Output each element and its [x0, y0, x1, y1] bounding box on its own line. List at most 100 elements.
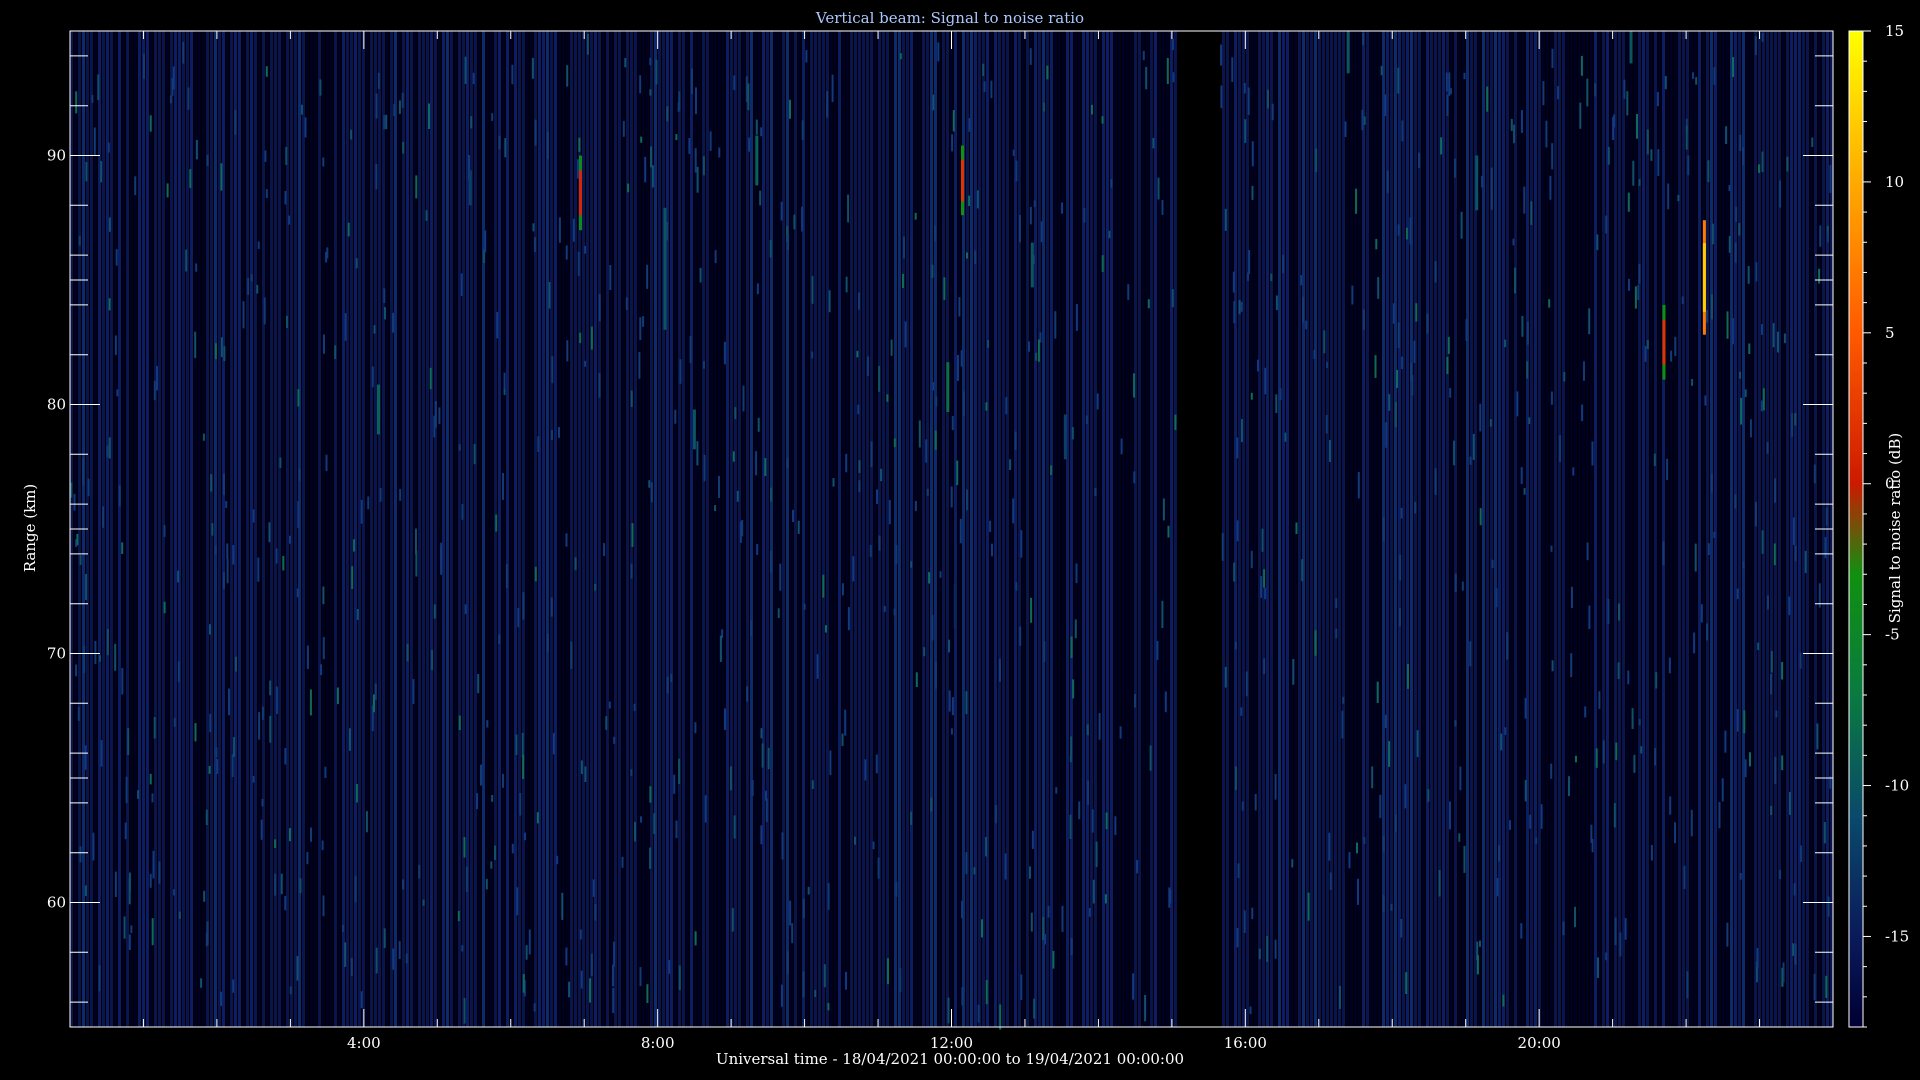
noise-stripe [1494, 31, 1497, 1027]
noise-speck [1055, 787, 1058, 794]
noise-stripe [1646, 31, 1649, 1027]
noise-speck [1241, 801, 1244, 811]
noise-speck [264, 150, 267, 162]
noise-speck [350, 129, 353, 140]
noise-stripe [186, 31, 189, 1027]
noise-speck [1260, 575, 1263, 598]
noise-speck [646, 264, 649, 289]
noise-speck [353, 539, 356, 552]
noise-speck [1669, 796, 1672, 815]
noise-speck [1662, 541, 1665, 566]
noise-speck [517, 608, 520, 628]
noise-speck [1774, 756, 1777, 784]
noise-speck [94, 641, 97, 664]
noise-stripe [518, 31, 521, 1027]
noise-speck [622, 121, 625, 137]
noise-speck [982, 63, 985, 76]
noise-speck [621, 856, 624, 868]
noise-speck [1761, 324, 1763, 335]
noise-speck [1171, 38, 1174, 51]
noise-speck [1615, 742, 1618, 761]
noise-stripe [1714, 31, 1717, 1027]
noise-speck [322, 637, 325, 660]
noise-speck [402, 879, 404, 890]
noise-speck [1275, 295, 1278, 311]
noise-speck [118, 485, 121, 507]
noise-speck [1563, 371, 1566, 382]
noise-speck [1101, 255, 1104, 272]
noise-speck [100, 161, 103, 183]
noise-speck [935, 662, 937, 689]
noise-speck [951, 134, 954, 152]
noise-speck [1042, 917, 1045, 940]
noise-speck [580, 760, 583, 774]
noise-speck [847, 607, 850, 631]
noise-speck [1446, 94, 1449, 116]
noise-speck [934, 225, 937, 242]
noise-speck [1236, 437, 1239, 459]
noise-speck [1469, 456, 1472, 465]
noise-speck [674, 409, 677, 424]
noise-speck [797, 520, 800, 534]
colorbar-tick-label: 15 [1885, 22, 1904, 40]
noise-stripe [474, 31, 477, 1027]
noise-speck [987, 340, 990, 348]
noise-speck [1035, 352, 1038, 361]
noise-stripe [706, 31, 709, 1027]
noise-speck [1171, 289, 1174, 308]
noise-speck [1382, 517, 1385, 542]
noise-stripe [770, 31, 773, 1027]
noise-speck [876, 489, 878, 504]
noise-stripe [1098, 31, 1101, 1027]
noise-stripe [102, 31, 105, 1027]
noise-speck [1384, 714, 1387, 728]
noise-stripe [694, 31, 697, 1027]
noise-stripe [222, 31, 225, 1027]
noise-speck [1167, 525, 1170, 538]
noise-speck [630, 390, 633, 407]
noise-speck [1374, 355, 1377, 378]
colorbar-tick-label: 5 [1885, 324, 1895, 342]
noise-speck [458, 444, 461, 451]
noise-stripe [1258, 31, 1261, 1027]
noise-speck [1136, 859, 1138, 874]
noise-speck [769, 550, 772, 573]
noise-speck [121, 542, 124, 554]
noise-stripe [1526, 31, 1529, 1027]
noise-speck [1390, 903, 1393, 911]
noise-stripe [606, 31, 609, 1027]
noise-speck [1144, 995, 1147, 1022]
noise-speck [1015, 160, 1018, 182]
noise-speck [1375, 238, 1378, 250]
noise-speck [124, 822, 127, 840]
noise-speck [1133, 471, 1136, 484]
noise-stripe [1746, 31, 1749, 1027]
noise-speck [1250, 550, 1253, 569]
noise-stripe [722, 31, 725, 1027]
noise-speck [344, 942, 347, 967]
noise-speck [108, 298, 111, 311]
noise-stripe [382, 31, 385, 1027]
noise-speck [1329, 440, 1331, 462]
noise-stripe [1302, 31, 1305, 1027]
noise-speck [1029, 48, 1032, 65]
noise-speck [826, 91, 829, 118]
noise-speck [678, 758, 681, 785]
noise-speck [498, 634, 501, 644]
noise-speck [1052, 950, 1055, 969]
noise-stripe [850, 31, 853, 1027]
noise-speck [723, 341, 726, 365]
noise-stripe [1242, 31, 1245, 1027]
echo-event-core [1662, 319, 1666, 365]
noise-speck [1758, 164, 1761, 173]
noise-speck [1528, 417, 1531, 425]
noise-stripe [1498, 31, 1501, 1027]
noise-stripe [786, 31, 789, 1027]
noise-speck [1399, 608, 1401, 627]
noise-stripe [1086, 31, 1089, 1027]
noise-speck [1037, 339, 1040, 362]
noise-speck [282, 555, 285, 571]
noise-speck [1091, 809, 1094, 833]
noise-speck [1388, 741, 1391, 767]
noise-speck [755, 119, 758, 135]
